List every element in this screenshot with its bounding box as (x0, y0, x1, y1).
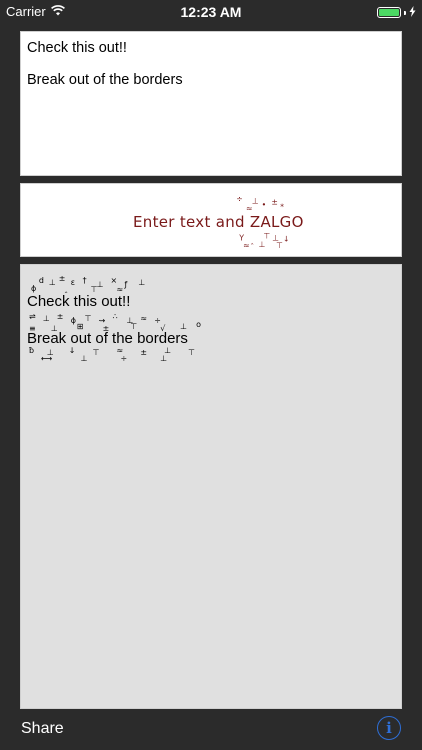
svg-text:ƀ: ƀ (29, 346, 34, 355)
svg-text:•: • (262, 200, 267, 209)
battery-fill (379, 9, 399, 16)
text-input-field[interactable]: Check this out!! Break out of the border… (20, 31, 402, 176)
status-bar: Carrier 12:23 AM (0, 0, 422, 24)
input-line-2: Break out of the borders (27, 72, 183, 88)
svg-text:ε: ε (71, 278, 75, 287)
svg-text:≈: ≈ (246, 204, 253, 213)
svg-text:⇌: ⇌ (29, 312, 36, 321)
svg-text:↓: ↓ (69, 346, 76, 355)
status-time: 12:23 AM (180, 4, 242, 20)
svg-text:⊥: ⊥ (252, 196, 259, 205)
svg-text:Y: Y (238, 233, 244, 242)
svg-text:≈: ≈ (243, 241, 250, 250)
zalgo-banner: Enter text and ZALGO ÷ ⊥ ± * • ≈ Y ‸ ⊤ ⊥ ↓ ≈ ⊥ ⊤ (20, 183, 402, 257)
svg-text:±: ± (271, 197, 278, 206)
svg-text:⊤: ⊤ (264, 231, 271, 240)
svg-text:d: d (39, 276, 44, 285)
svg-text:×: × (111, 276, 118, 285)
battery-tip (404, 10, 406, 15)
svg-text:⊥: ⊥ (81, 354, 88, 363)
charging-icon (409, 5, 416, 20)
svg-text:ɸ: ɸ (31, 284, 36, 293)
svg-text:†: † (83, 276, 87, 285)
svg-text:⊥: ⊥ (49, 278, 56, 287)
svg-text:÷: ÷ (120, 354, 127, 363)
svg-text:÷: ÷ (236, 195, 243, 204)
svg-text:‸: ‸ (65, 284, 68, 293)
svg-text:±: ± (140, 348, 147, 357)
input-line-1: Check this out!! (27, 40, 127, 56)
svg-text:⊥: ⊥ (272, 233, 279, 242)
svg-text:↓: ↓ (283, 234, 290, 243)
svg-text:⊤: ⊤ (93, 348, 100, 357)
svg-text:*: * (280, 202, 284, 211)
output-line-2: Break out of the borders (27, 330, 188, 347)
svg-text:⊥: ⊥ (43, 314, 50, 323)
svg-text:⊥: ⊥ (259, 240, 266, 249)
info-icon[interactable]: i (377, 716, 401, 740)
svg-text:≈: ≈ (140, 314, 147, 323)
svg-text:ɸ: ɸ (71, 316, 76, 325)
output-line-1: Check this out!! (27, 293, 131, 310)
svg-text:∴: ∴ (113, 312, 118, 321)
svg-text:⊤: ⊤ (276, 241, 283, 250)
svg-text:⊥: ⊥ (97, 280, 104, 289)
output-zalgo-marks: d ⊥ ± ε † ⊥ × ƒ ⊥ ɸ ‸ ⊤ ≈ ⇌ ⊥ ± ɸ ⊤ ⇝ ∴ ⊥ ≈ ÷ ≡ ⊥ ⊞ ± ⊤ √ ⊥ o … (29, 274, 201, 363)
svg-text:⊥: ⊥ (138, 278, 145, 287)
share-button[interactable]: Share (21, 720, 64, 738)
svg-text:⊤: ⊤ (188, 348, 195, 357)
svg-text:⟷: ⟷ (41, 354, 52, 363)
bottom-toolbar: Share i (0, 710, 422, 750)
svg-text:±: ± (59, 274, 66, 283)
status-right (377, 5, 416, 20)
battery-icon (377, 7, 401, 18)
svg-text:o: o (196, 320, 201, 329)
svg-text:ƒ: ƒ (123, 280, 127, 289)
svg-text:‸: ‸ (251, 235, 254, 244)
zalgo-output-view: d ⊥ ± ε † ⊥ × ƒ ⊥ ɸ ‸ ⊤ ≈ ⇌ ⊥ ± ɸ ⊤ ⇝ ∴ ⊥ ≈ ÷ ≡ ⊥ ⊞ ± ⊤ √ ⊥ o … (20, 264, 402, 709)
banner-title: Enter text and ZALGO (133, 213, 304, 231)
svg-text:⊥: ⊥ (160, 354, 167, 363)
svg-text:±: ± (57, 312, 64, 321)
svg-text:⊤: ⊤ (85, 314, 92, 323)
